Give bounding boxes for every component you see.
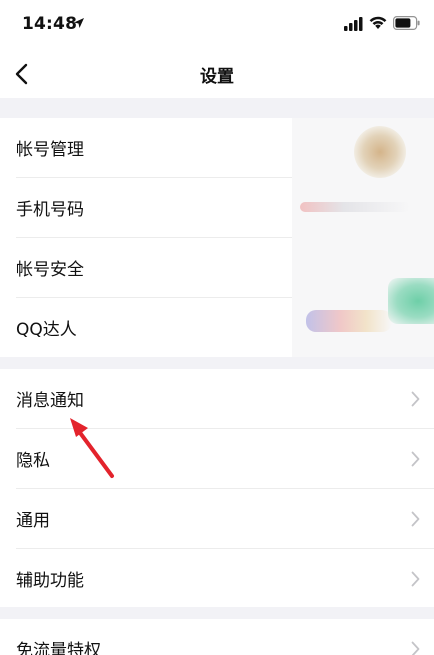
row-label: 隐私 [16, 451, 50, 471]
blurred-badge [388, 278, 434, 324]
chevron-right-icon [411, 451, 420, 467]
status-bar: 14:48 [0, 0, 434, 50]
annotation-arrow-icon [70, 418, 114, 478]
row-label: QQ达人 [16, 320, 77, 340]
settings-row-general[interactable]: 通用 [0, 489, 434, 549]
blurred-talent-icons [306, 310, 392, 332]
row-label: 帐号管理 [16, 140, 84, 160]
settings-row-accessibility[interactable]: 辅助功能 [0, 549, 434, 609]
settings-row-free-data[interactable]: 免流量特权 [0, 619, 434, 655]
page-title: 设置 [200, 67, 234, 87]
chevron-right-icon [411, 571, 420, 587]
blurred-preview-panel [292, 118, 434, 357]
blurred-phone-number [300, 202, 410, 212]
status-time: 14:48 [22, 14, 78, 34]
chevron-right-icon [411, 511, 420, 527]
row-label: 消息通知 [16, 391, 84, 411]
battery-icon [393, 16, 420, 30]
wifi-icon [369, 16, 387, 29]
row-label: 免流量特权 [16, 641, 101, 655]
avatar [354, 126, 406, 178]
nav-bar: 设置 [0, 50, 434, 98]
row-label: 帐号安全 [16, 260, 84, 280]
row-label: 通用 [16, 511, 50, 531]
signal-icon [344, 17, 363, 31]
settings-group-data: 免流量特权 [0, 619, 434, 655]
chevron-right-icon [411, 641, 420, 655]
chevron-right-icon [411, 391, 420, 407]
row-label: 手机号码 [16, 200, 84, 220]
settings-group-general: 消息通知 隐私 通用 辅助功能 [0, 369, 434, 607]
row-label: 辅助功能 [16, 571, 84, 591]
location-arrow-icon [74, 18, 84, 28]
